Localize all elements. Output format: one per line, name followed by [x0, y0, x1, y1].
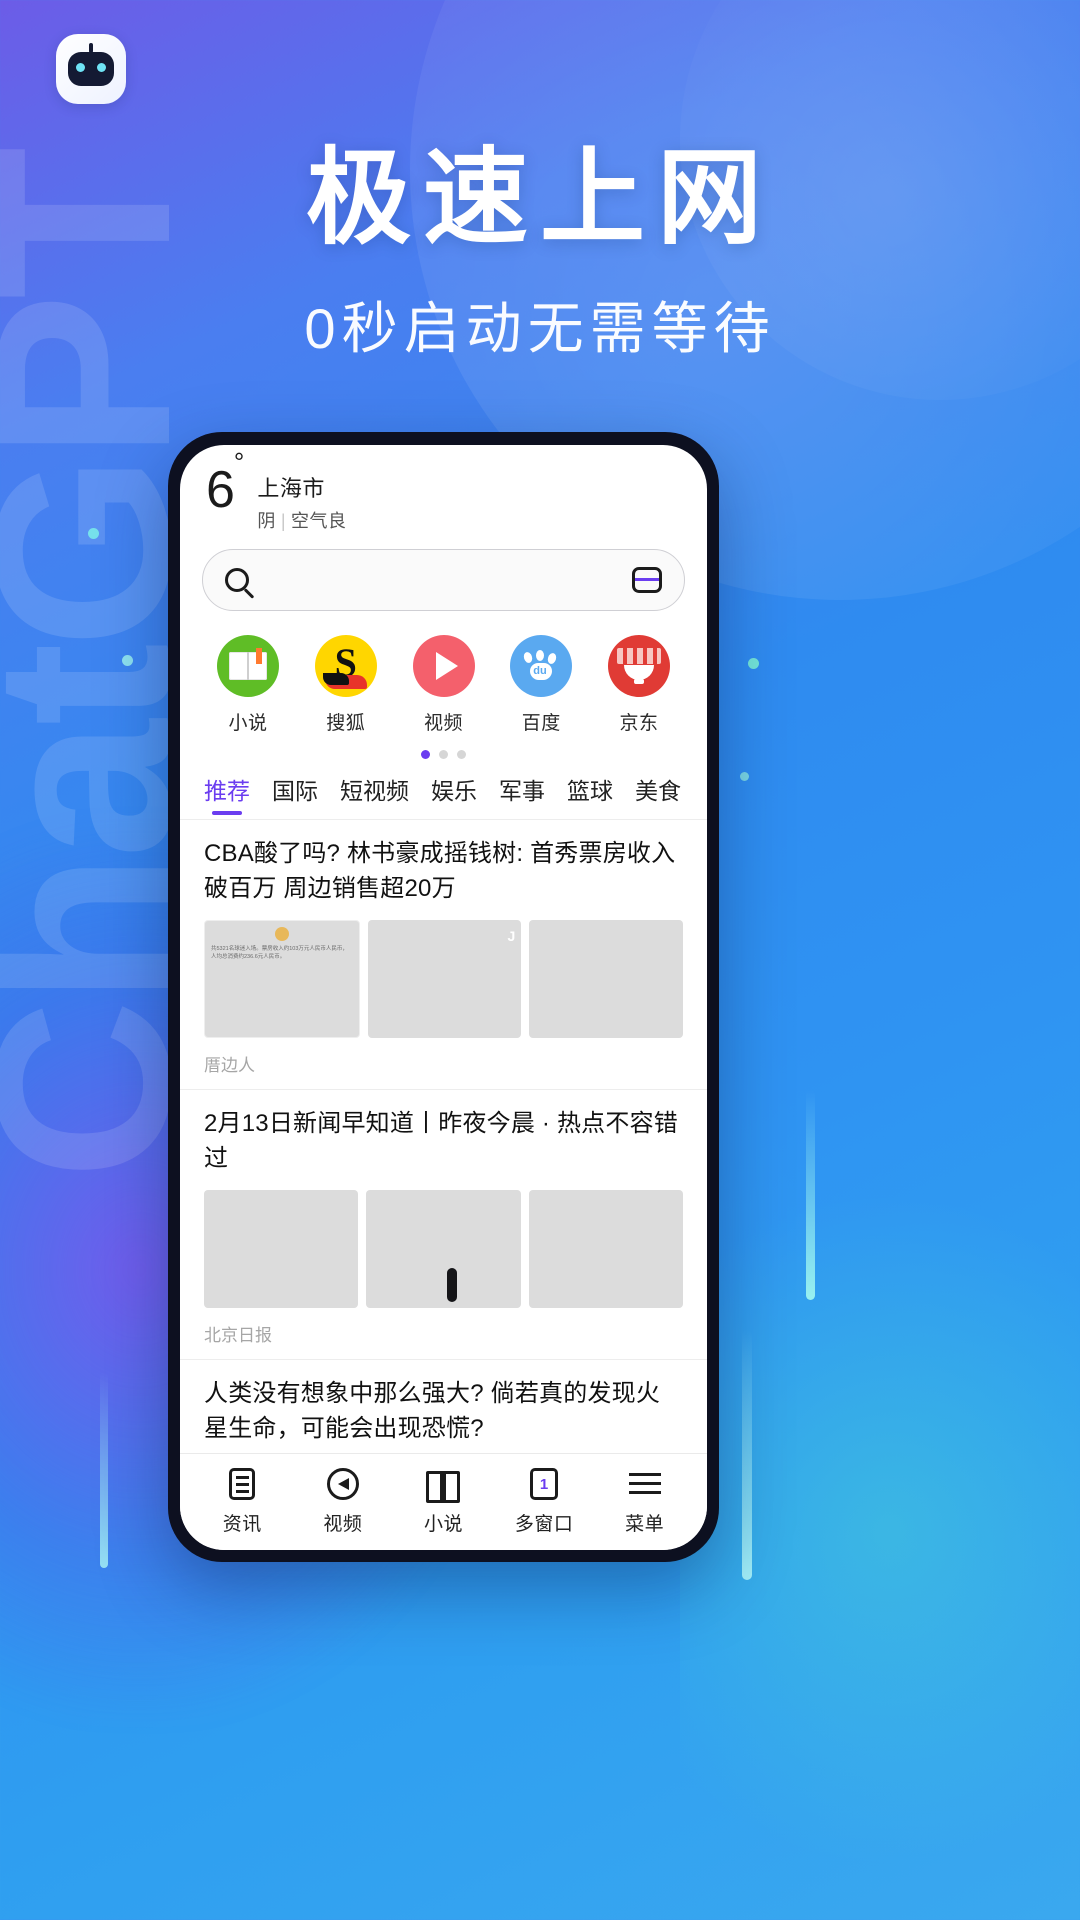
- shortcut-video[interactable]: 视频: [402, 635, 486, 735]
- baidu-paw-icon: du: [510, 635, 573, 697]
- decorative-dot: [88, 528, 99, 539]
- robot-antenna-icon: [89, 43, 93, 53]
- tab-short-video[interactable]: 短视频: [340, 772, 409, 819]
- weather-city: 上海市: [257, 476, 325, 501]
- bus-photo-thumbnail: [529, 920, 684, 1039]
- weather-air-quality: 空气良: [291, 511, 347, 531]
- tab-food[interactable]: 美食: [635, 772, 681, 819]
- weather-condition: 阴: [257, 511, 276, 531]
- novel-book-icon: [217, 635, 279, 697]
- weather-text-block: 上海市 阴 | 空气良: [257, 471, 346, 533]
- bottom-navigation: 资讯 视频 小说 1 多窗口 菜单: [180, 1453, 707, 1550]
- window-count-badge: 1: [539, 1475, 549, 1493]
- hero-subtitle: 0秒启动无需等待: [304, 296, 776, 360]
- page-dot[interactable]: [439, 750, 448, 759]
- hero-section: 极速上网 0秒启动无需等待: [0, 140, 1080, 365]
- handshake-flags-thumbnail: [204, 1190, 359, 1309]
- decorative-bar: [100, 1372, 108, 1568]
- video-play-icon: [412, 635, 475, 697]
- tab-entertainment[interactable]: 娱乐: [431, 772, 477, 819]
- shortcut-label: 京东: [619, 713, 659, 734]
- shortcut-label: 百度: [521, 713, 561, 734]
- window-count-icon: 1: [530, 1468, 559, 1500]
- decorative-dot: [740, 772, 749, 781]
- stat-card-thumbnail: 共5321名球迷入场。票房收入约103万元人民币人民币，人均总消费约236.6元…: [204, 920, 360, 1039]
- weather-separator: |: [280, 511, 287, 531]
- shortcut-label: 小说: [228, 713, 268, 734]
- add-tab-button[interactable]: ＋: [703, 774, 707, 814]
- temperature-value: 6: [206, 461, 235, 519]
- weather-widget[interactable]: 6° 上海市 阴 | 空气良: [180, 445, 707, 539]
- article-source: 北京日报: [204, 1326, 272, 1346]
- background-teal-glow: [680, 1180, 1080, 1880]
- open-book-icon: [426, 1471, 461, 1503]
- tab-military[interactable]: 军事: [499, 772, 545, 819]
- article-item[interactable]: CBA酸了吗? 林书豪成摇钱树: 首秀票房收入破百万 周边销售超20万 共532…: [180, 820, 707, 1091]
- nav-item-video[interactable]: 视频: [293, 1466, 394, 1536]
- page-dot-active[interactable]: [421, 750, 430, 759]
- app-logo: [56, 34, 126, 104]
- hero-title: 极速上网: [305, 140, 774, 257]
- category-tabs: 推荐 国际 短视频 娱乐 军事 篮球 美食 ＋: [180, 759, 707, 820]
- search-icon[interactable]: [225, 568, 249, 592]
- nav-label: 视频: [323, 1514, 363, 1535]
- nav-item-news[interactable]: 资讯: [192, 1466, 293, 1536]
- search-bar[interactable]: [202, 549, 685, 611]
- shortcut-baidu[interactable]: du 百度: [499, 635, 583, 735]
- decorative-bar: [742, 1330, 752, 1580]
- tab-recommend[interactable]: 推荐: [204, 772, 250, 819]
- decorative-dot: [122, 655, 133, 666]
- page-indicator-dots[interactable]: [180, 735, 707, 759]
- nav-item-multiwindow[interactable]: 1 多窗口: [494, 1466, 595, 1536]
- robot-logo-icon: [68, 43, 114, 86]
- article-thumbnails: 共5321名球迷入场。票房收入约103万元人民币人民币，人均总消费约236.6元…: [204, 920, 684, 1039]
- shortcut-label: 搜狐: [326, 713, 366, 734]
- nav-item-novel[interactable]: 小说: [393, 1466, 494, 1536]
- shortcut-sohu[interactable]: S 搜狐: [304, 635, 388, 735]
- article-title: 2月13日新闻早知道丨昨夜今晨 · 热点不容错过: [204, 1110, 678, 1173]
- jd-icon: [608, 635, 670, 697]
- article-title: CBA酸了吗? 林书豪成摇钱树: 首秀票房收入破百万 周边销售超20万: [204, 840, 676, 903]
- page-dot[interactable]: [457, 750, 466, 759]
- rescue-photo-thumbnail: [528, 1190, 683, 1309]
- stat-card-text: 共5321名球迷入场。票房收入约103万元人民币人民币，人均总消费约236.6元…: [211, 946, 348, 961]
- shortcut-novel[interactable]: 小说: [206, 635, 290, 735]
- decorative-dot: [748, 658, 759, 669]
- players-photo-thumbnail: [367, 920, 522, 1039]
- degree-symbol: °: [233, 446, 244, 477]
- shortcut-grid: 小说 S 搜狐 视频 du 百度 京东: [180, 611, 707, 735]
- video-circle-icon: [326, 1468, 359, 1500]
- nav-label: 小说: [423, 1514, 463, 1535]
- hamburger-menu-icon: [628, 1473, 661, 1495]
- weather-temperature: 6°: [206, 449, 244, 516]
- shortcut-label: 视频: [423, 713, 463, 734]
- nav-label: 资讯: [222, 1514, 262, 1535]
- sohu-icon: S: [314, 635, 377, 697]
- multi-window-icon[interactable]: [632, 567, 662, 593]
- tab-basketball[interactable]: 篮球: [567, 772, 613, 819]
- article-title: 人类没有想象中那么强大? 倘若真的发现火星生命，可能会出现恐慌?: [204, 1380, 661, 1443]
- tab-international[interactable]: 国际: [272, 772, 318, 819]
- article-thumbnails: [204, 1190, 683, 1309]
- phone-mockup: 6° 上海市 阴 | 空气良 小说 S 搜狐 视频 du 百度 京东 推荐 国际…: [168, 432, 719, 1562]
- weather-subline: 阴 | 空气良: [257, 507, 346, 533]
- nav-item-menu[interactable]: 菜单: [594, 1466, 695, 1536]
- speaker-photo-thumbnail: [366, 1190, 521, 1309]
- article-item[interactable]: 人类没有想象中那么强大? 倘若真的发现火星生命，可能会出现恐慌?: [180, 1360, 707, 1453]
- article-source: 厝边人: [204, 1056, 255, 1076]
- phone-screen: 6° 上海市 阴 | 空气良 小说 S 搜狐 视频 du 百度 京东 推荐 国际…: [180, 445, 707, 1550]
- nav-label: 菜单: [625, 1514, 665, 1535]
- news-doc-icon: [229, 1468, 256, 1500]
- nav-label: 多窗口: [514, 1514, 574, 1535]
- article-item[interactable]: 2月13日新闻早知道丨昨夜今晨 · 热点不容错过 北京日报: [180, 1090, 707, 1361]
- shortcut-jd[interactable]: 京东: [597, 635, 681, 735]
- decorative-bar: [806, 1090, 815, 1300]
- news-feed: CBA酸了吗? 林书豪成摇钱树: 首秀票房收入破百万 周边销售超20万 共532…: [180, 820, 707, 1453]
